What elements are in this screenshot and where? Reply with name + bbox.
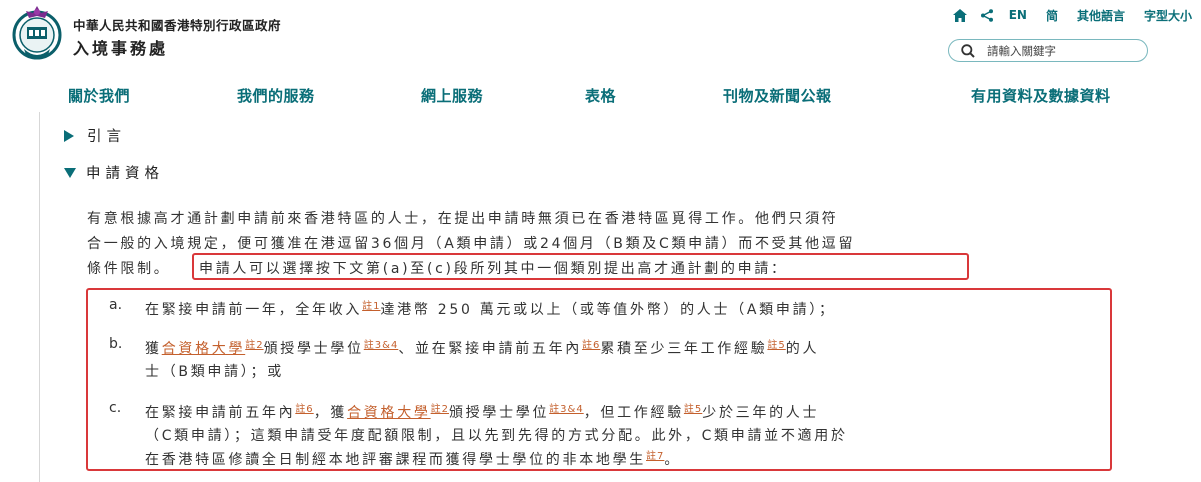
share-link[interactable] — [980, 8, 993, 22]
search-box[interactable] — [948, 39, 1148, 62]
other-languages-link[interactable]: 其他語言 — [1077, 7, 1125, 24]
note-2-link[interactable]: 註2 — [431, 404, 449, 415]
item-b-marker: b. — [109, 336, 123, 352]
hksar-emblem-logo[interactable] — [10, 3, 64, 67]
note-6-link[interactable]: 註6 — [295, 404, 313, 415]
item-b-text-line1: 獲合資格大學註2頒授學士學位註3&4、並在緊接申請前五年內註6累積至少三年工作經… — [145, 340, 820, 357]
qualified-university-link[interactable]: 合資格大學 — [162, 341, 246, 357]
triangle-down-icon — [64, 167, 76, 178]
utility-bar: EN 简 其他語言 字型大小 — [952, 6, 1192, 24]
item-c-marker: c. — [109, 400, 122, 416]
note-1-link[interactable]: 註1 — [362, 301, 380, 312]
accordion-eligibility-label: 申請資格 — [86, 166, 164, 182]
note-6-link[interactable]: 註6 — [582, 340, 600, 351]
share-icon — [980, 8, 993, 22]
triangle-right-icon — [64, 129, 74, 142]
note-3-4-link[interactable]: 註3&4 — [364, 340, 399, 351]
note-5-link[interactable]: 註5 — [767, 340, 785, 351]
content-left-border — [39, 112, 40, 482]
item-c-text-line2: （C類申請）；這類申請受年度配額限制，且以先到先得的方式分配。此外，C類申請並不… — [145, 428, 848, 444]
nav-publications-press[interactable]: 刊物及新聞公報 — [723, 85, 832, 106]
nav-our-services[interactable]: 我們的服務 — [237, 85, 315, 106]
department-name[interactable]: 入境事務處 — [73, 35, 168, 59]
government-name: 中華人民共和國香港特別行政區政府 — [73, 18, 282, 33]
eligibility-paragraph-line1: 有意根據高才通計劃申請前來香港特區的人士，在提出申請時無須已在香港特區覓得工作。… — [87, 211, 839, 227]
search-icon[interactable] — [961, 43, 975, 58]
note-2-link[interactable]: 註2 — [245, 340, 263, 351]
item-c-text-line1: 在緊接申請前五年內註6，獲合資格大學註2頒授學士學位註3&4，但工作經驗註5少於… — [145, 404, 820, 421]
font-size-link[interactable]: 字型大小 — [1144, 7, 1192, 24]
lang-en-link[interactable]: EN — [1009, 8, 1027, 22]
note-7-link[interactable]: 註7 — [646, 451, 664, 462]
item-a-text: 在緊接申請前一年，全年收入註1達港幣 250 萬元或以上（或等值外幣）的人士（A… — [145, 301, 836, 318]
item-c-text-line3: 在香港特區修讀全日制經本地評審課程而獲得學士學位的非本地學生註7。 — [145, 451, 682, 468]
nav-about-us[interactable]: 關於我們 — [68, 85, 130, 106]
lang-sc-link[interactable]: 简 — [1046, 7, 1058, 24]
home-icon — [952, 8, 967, 22]
home-link[interactable] — [952, 8, 967, 22]
site-header: 中華人民共和國香港特別行政區政府 入境事務處 EN 简 其他語言 字型大小 — [0, 0, 1201, 76]
accordion-eligibility[interactable]: 申請資格 — [64, 162, 164, 183]
accordion-introduction-label: 引言 — [87, 129, 126, 145]
nav-useful-info-statistics[interactable]: 有用資料及數據資料 — [971, 85, 1111, 106]
main-navigation: 關於我們 我們的服務 網上服務 表格 刊物及新聞公報 有用資料及數據資料 — [0, 82, 1201, 108]
nav-e-services[interactable]: 網上服務 — [421, 85, 483, 106]
qualified-university-link[interactable]: 合資格大學 — [347, 405, 431, 421]
accordion-introduction[interactable]: 引言 — [64, 125, 126, 146]
nav-forms[interactable]: 表格 — [585, 85, 616, 106]
highlighted-sentence-box: 申請人可以選擇按下文第(a)至(c)段所列其中一個類別提出高才通計劃的申請： — [192, 253, 969, 280]
note-3-4-link[interactable]: 註3&4 — [549, 404, 584, 415]
item-b-text-line2: 士（B類申請）；或 — [145, 364, 284, 380]
search-input[interactable] — [987, 43, 1147, 58]
note-5-link[interactable]: 註5 — [684, 404, 702, 415]
eligibility-paragraph-line3: 條件限制。 — [87, 261, 171, 277]
eligibility-paragraph-line2: 合一般的入境規定，便可獲准在港逗留36個月（A類申請）或24個月（B類及C類申請… — [87, 236, 856, 252]
item-a-marker: a. — [109, 297, 123, 313]
